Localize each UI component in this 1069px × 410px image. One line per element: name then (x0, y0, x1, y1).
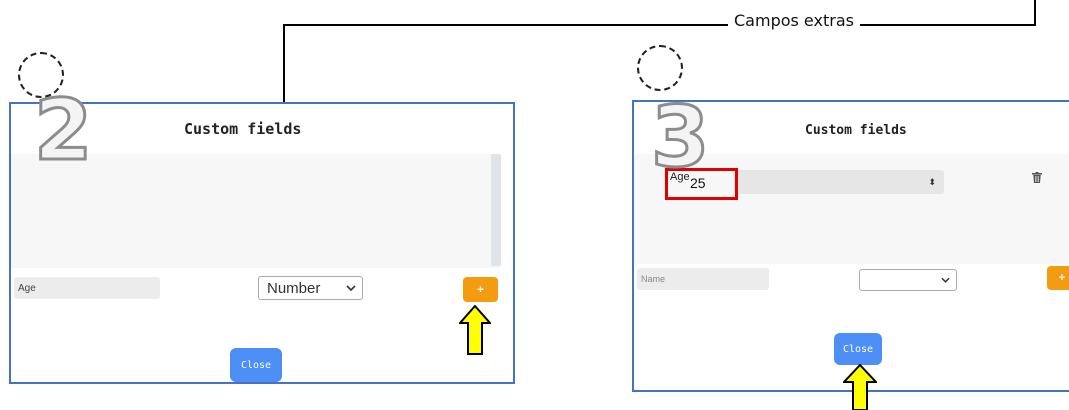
trash-icon[interactable] (1032, 172, 1042, 183)
step2-up-arrow (459, 305, 491, 355)
step3-type-select[interactable] (859, 269, 957, 291)
spinner-icon[interactable]: ⬍ (928, 177, 936, 188)
step3-number: 3 (649, 88, 710, 186)
step2-scrollbar[interactable] (491, 154, 501, 266)
step2-number: 2 (32, 81, 93, 179)
step2-close-button[interactable]: Close (230, 348, 282, 382)
step2-type-select-value: Number (267, 279, 321, 297)
callout-connector-left-vertical (283, 24, 285, 102)
step3-up-arrow (843, 364, 877, 410)
step3-field-value-input[interactable]: ⬍ (734, 170, 944, 194)
step3-dialog-title: Custom fields (805, 123, 907, 138)
step2-dialog-title: Custom fields (184, 120, 302, 138)
callout-connector-horizontal (283, 24, 1036, 26)
callout-label: Campos extras (728, 11, 860, 30)
step3-dashed-circle (637, 45, 683, 91)
step3-name-input[interactable]: Name (637, 268, 769, 290)
chevron-down-icon (346, 285, 356, 291)
callout-connector-right-vertical (1034, 0, 1036, 26)
step2-name-input[interactable]: Age (14, 277, 160, 299)
step3-add-button[interactable]: + (1047, 266, 1069, 290)
step2-add-button[interactable]: + (463, 277, 498, 302)
chevron-down-icon (941, 277, 950, 283)
step3-close-button[interactable]: Close (834, 333, 882, 365)
step2-type-select[interactable]: Number (258, 276, 363, 300)
